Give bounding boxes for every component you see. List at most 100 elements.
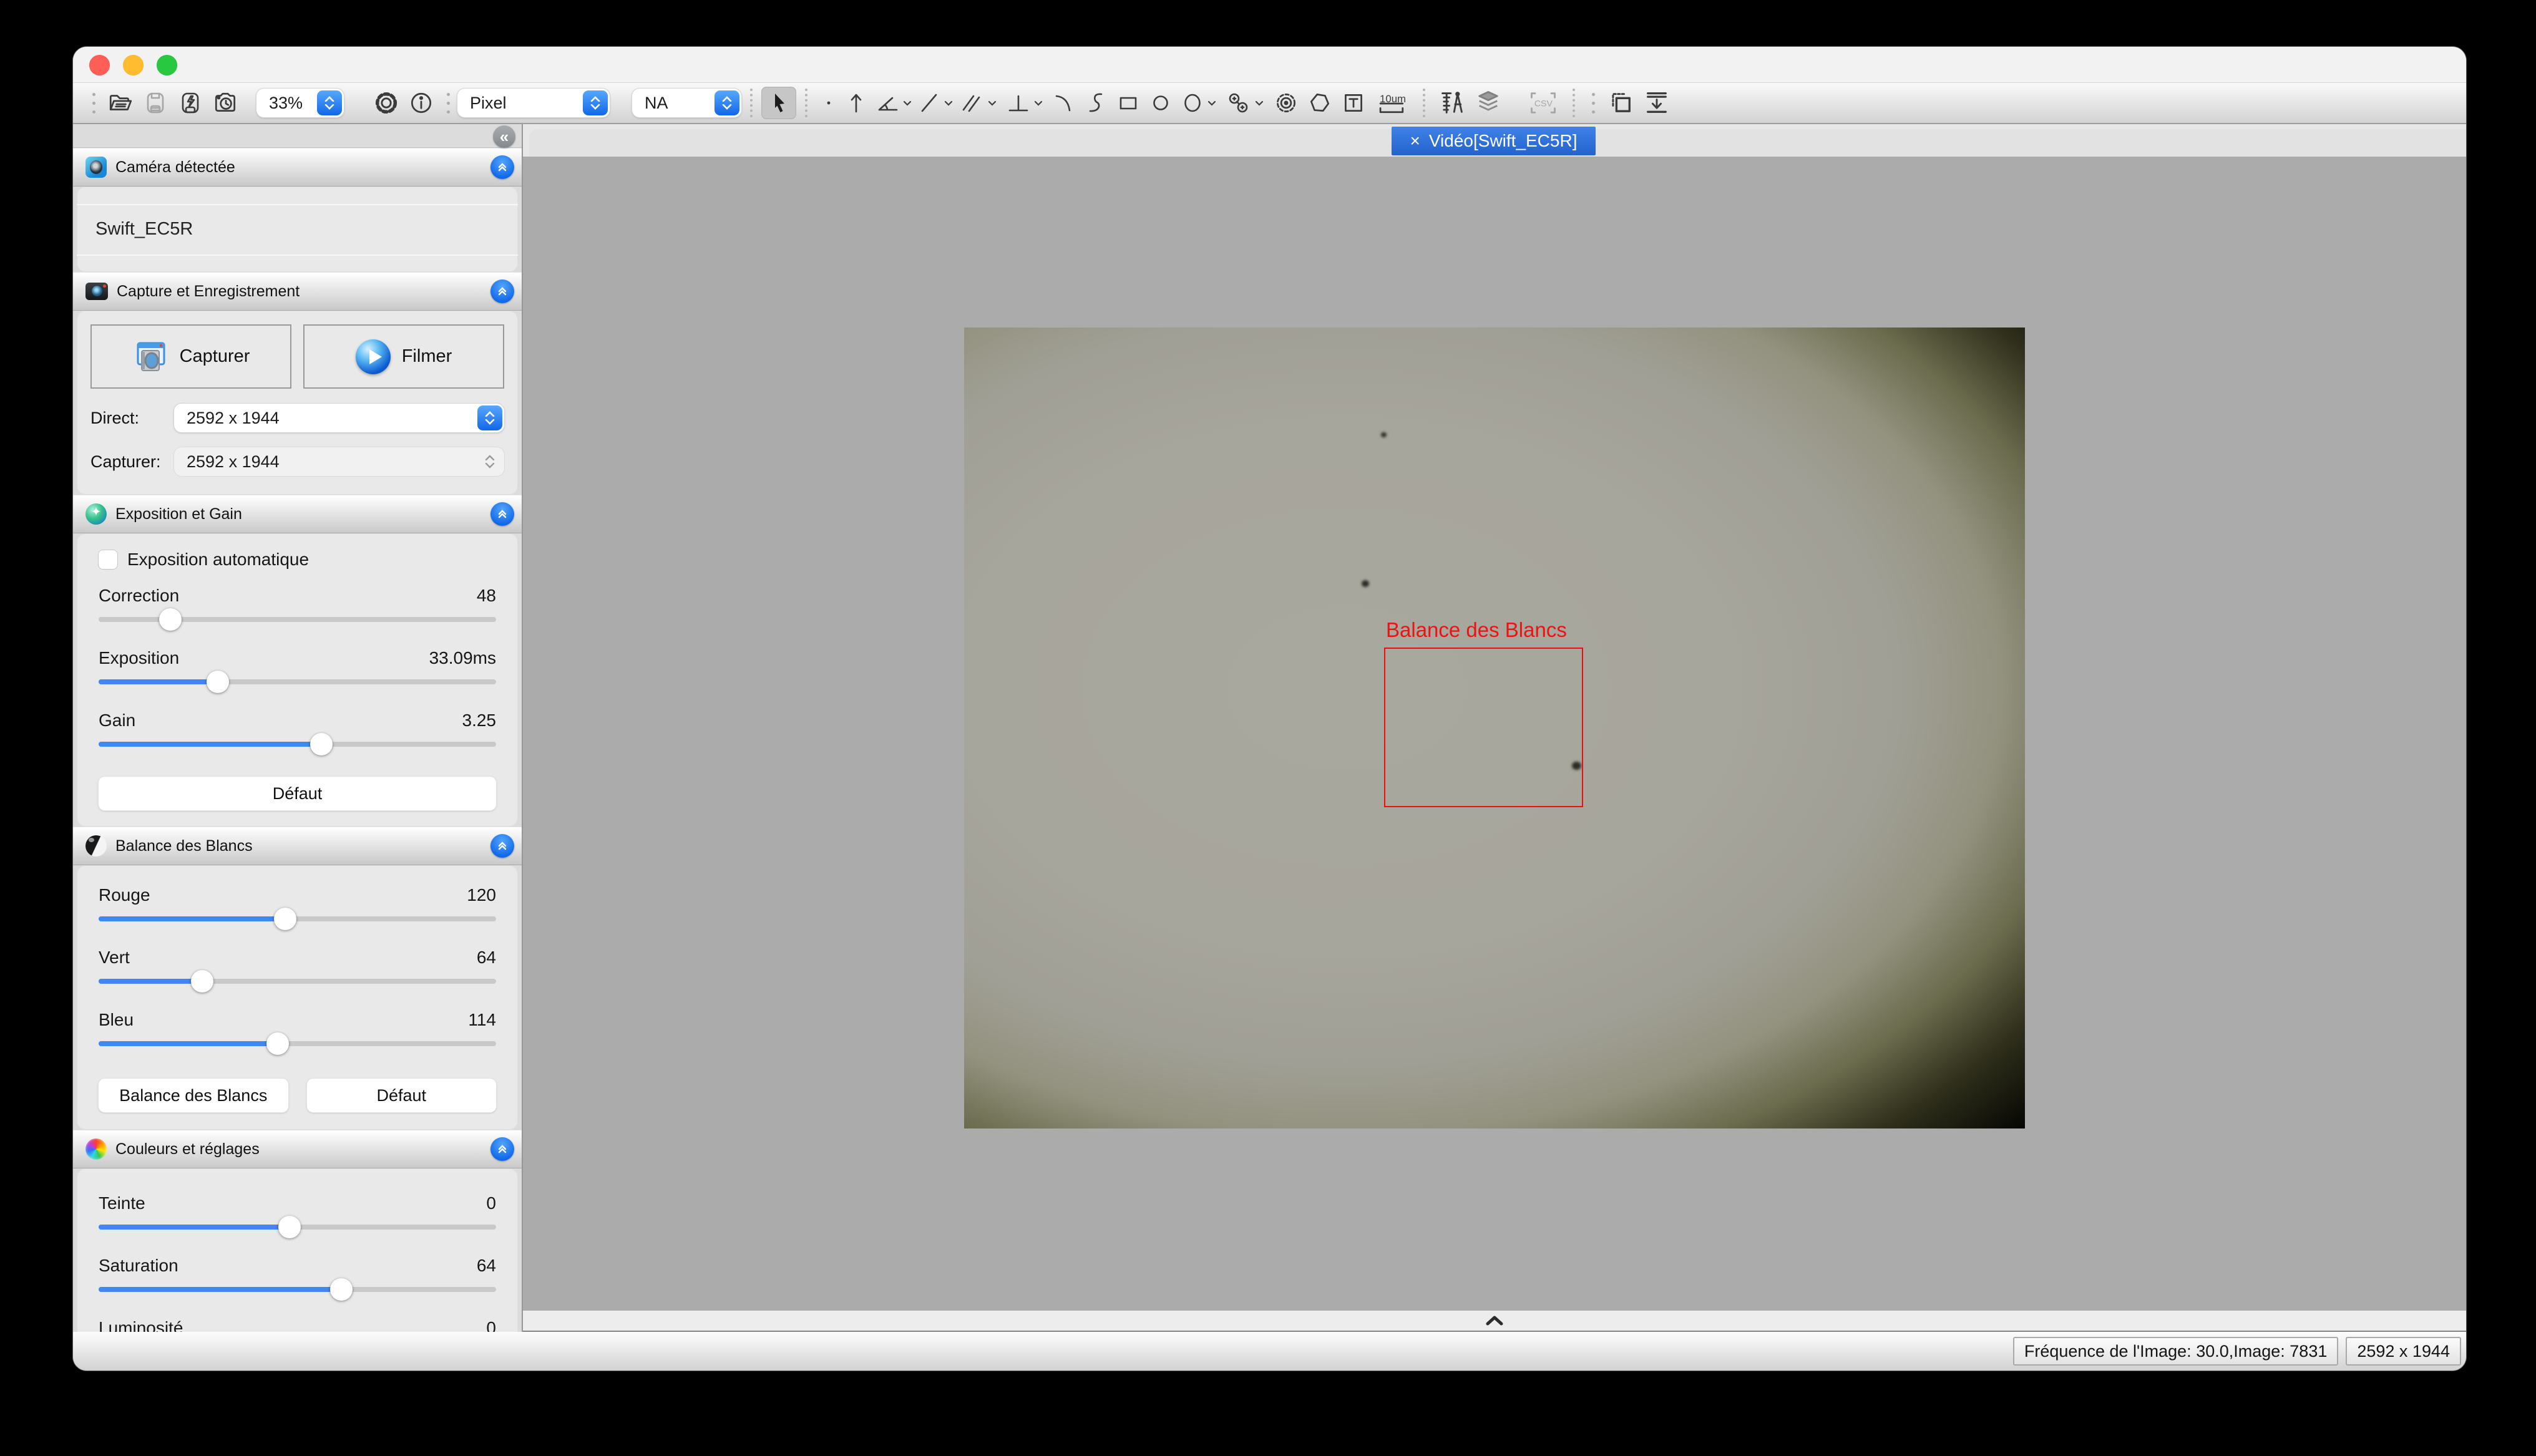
green-slider[interactable]	[99, 969, 496, 994]
zoom-select[interactable]: 33%	[256, 89, 344, 117]
settings-button[interactable]	[369, 87, 404, 119]
double-chevron-up-icon	[497, 508, 508, 520]
capture-panel-title: Capture et Enregistrement	[117, 283, 490, 301]
toolbar-separator	[1573, 89, 1575, 117]
capture-button[interactable]: Capturer	[90, 324, 291, 389]
collapse-panel-button[interactable]	[490, 155, 514, 179]
slider-thumb[interactable]	[191, 970, 213, 993]
blue-slider[interactable]	[99, 1031, 496, 1056]
collapse-sidebar-button[interactable]: «	[493, 125, 515, 148]
close-window-button[interactable]	[89, 55, 110, 75]
text-tool-button[interactable]	[1337, 87, 1370, 119]
record-button[interactable]: Filmer	[303, 324, 504, 389]
rectangle-tool-button[interactable]	[1112, 87, 1144, 119]
colors-panel-header[interactable]: Couleurs et réglages	[73, 1130, 522, 1168]
chevron-down-icon	[1255, 100, 1264, 106]
saturation-slider[interactable]	[99, 1277, 496, 1302]
ellipse-tool-button[interactable]	[1177, 87, 1219, 119]
wb-default-button[interactable]: Défaut	[307, 1079, 497, 1112]
line-tool-button[interactable]	[915, 87, 955, 119]
camera-panel-header[interactable]: Caméra détectée	[73, 148, 522, 187]
slider-label: Exposition	[99, 648, 179, 668]
auto-exposure-checkbox[interactable]	[99, 550, 117, 569]
polygon-tool-button[interactable]	[1303, 87, 1337, 119]
slider-label: Rouge	[99, 885, 150, 905]
main-area: × Vidéo[Swift_EC5R] Balance des Blancs	[523, 124, 2466, 1332]
info-icon	[408, 90, 434, 116]
parallel-lines-tool-button[interactable]	[955, 87, 1001, 119]
camera-list-item[interactable]: Swift_EC5R	[77, 204, 518, 256]
live-resolution-select[interactable]: 2592 x 1944	[174, 404, 504, 432]
arrow-tool-button[interactable]	[841, 87, 871, 119]
parallel-lines-icon	[959, 90, 985, 115]
exposure-icon	[85, 503, 107, 525]
collapse-panel-button[interactable]	[490, 834, 514, 858]
collapse-panel-button[interactable]	[490, 1137, 514, 1161]
point-tool-button[interactable]	[816, 87, 841, 119]
csv-export-button[interactable]: CSV	[1523, 87, 1564, 119]
close-tab-icon[interactable]: ×	[1410, 131, 1420, 151]
slider-thumb[interactable]	[266, 1032, 289, 1055]
na-select[interactable]: NA	[632, 89, 741, 117]
timed-capture-button[interactable]	[208, 87, 243, 119]
microscope-live-image[interactable]: Balance des Blancs	[964, 328, 2025, 1128]
camera-clock-icon	[212, 90, 238, 116]
exposure-panel-header[interactable]: Exposition et Gain	[73, 495, 522, 533]
open-file-button[interactable]	[103, 87, 138, 119]
video-tab-label: Vidéo[Swift_EC5R]	[1429, 131, 1578, 151]
exposure-default-button[interactable]: Défaut	[99, 777, 496, 810]
chevron-down-icon	[1034, 100, 1043, 106]
toolbar-separator	[1423, 89, 1425, 117]
camera-detected-icon	[85, 157, 107, 178]
circle-tool-button[interactable]	[1144, 87, 1177, 119]
copy-button[interactable]	[1602, 87, 1639, 119]
perpendicular-tool-button[interactable]	[1001, 87, 1047, 119]
export-icon	[1643, 89, 1670, 117]
red-slider[interactable]	[99, 906, 496, 931]
import-export-button[interactable]	[1639, 87, 1675, 119]
concentric-circles-tool-button[interactable]	[1269, 87, 1303, 119]
color-wheel-icon	[85, 1138, 107, 1160]
exposure-slider[interactable]	[99, 669, 496, 694]
save-button[interactable]	[138, 87, 173, 119]
collapse-panel-button[interactable]	[490, 502, 514, 526]
save-burst-button[interactable]	[173, 87, 208, 119]
sidebar-header: «	[73, 124, 522, 148]
slider-thumb[interactable]	[310, 733, 333, 755]
curve-tool-button[interactable]	[1080, 87, 1112, 119]
wb-panel-header[interactable]: Balance des Blancs	[73, 827, 522, 865]
correction-slider[interactable]	[99, 607, 496, 632]
info-button[interactable]	[404, 87, 439, 119]
slider-thumb[interactable]	[330, 1278, 353, 1301]
hue-slider[interactable]	[99, 1215, 496, 1240]
layers-button[interactable]	[1470, 87, 1506, 119]
slider-thumb[interactable]	[274, 908, 296, 930]
minimize-window-button[interactable]	[123, 55, 144, 75]
slider-value: 0	[486, 1193, 496, 1213]
pointer-tool-button[interactable]	[761, 87, 796, 119]
calibrate-tool-button[interactable]	[1434, 87, 1470, 119]
exposure-panel-title: Exposition et Gain	[115, 505, 490, 523]
scalebar-tool-button[interactable]: 10um	[1370, 87, 1414, 119]
capture-panel-header[interactable]: Capture et Enregistrement	[73, 272, 522, 311]
gain-slider[interactable]	[99, 732, 496, 757]
play-orb-icon	[356, 339, 391, 374]
linked-circles-tool-button[interactable]	[1219, 87, 1269, 119]
arc-tool-button[interactable]	[1047, 87, 1080, 119]
collapse-panel-button[interactable]	[490, 279, 514, 303]
slider-thumb[interactable]	[278, 1216, 301, 1238]
bottom-panel-toggle[interactable]	[523, 1311, 2466, 1332]
slider-thumb[interactable]	[207, 671, 229, 693]
capture-resolution-select[interactable]: 2592 x 1944	[174, 447, 504, 476]
white-balance-button[interactable]: Balance des Blancs	[99, 1079, 288, 1112]
two-circles-icon	[1225, 90, 1252, 115]
slider-thumb[interactable]	[159, 608, 182, 631]
white-balance-roi[interactable]	[1384, 648, 1583, 807]
zoom-window-button[interactable]	[157, 55, 177, 75]
slider-value: 64	[477, 948, 496, 968]
angle-tool-button[interactable]	[871, 87, 915, 119]
video-canvas[interactable]: Balance des Blancs	[523, 157, 2466, 1311]
unit-select[interactable]: Pixel	[457, 89, 610, 117]
double-chevron-up-icon	[497, 162, 508, 173]
video-tab[interactable]: × Vidéo[Swift_EC5R]	[1392, 127, 1596, 155]
